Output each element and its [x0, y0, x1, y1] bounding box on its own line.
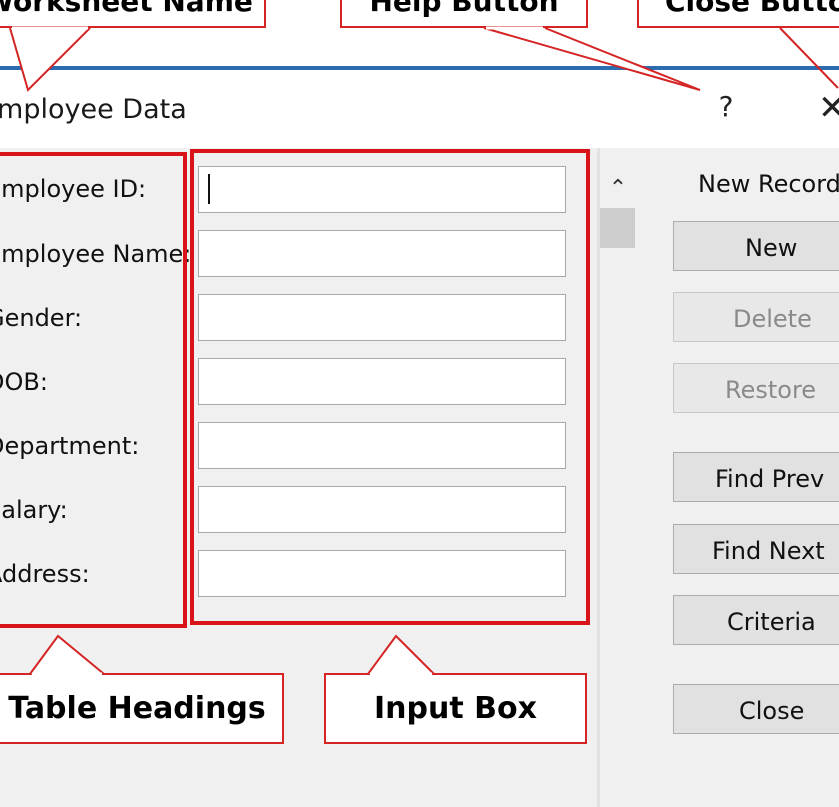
delete-button-label: Delete — [733, 305, 812, 333]
new-button[interactable]: New — [673, 221, 839, 271]
help-button-callout-text: Help Button — [369, 0, 559, 18]
screenshot-stage: Worksheet Name Help Button Close Button … — [0, 0, 839, 807]
close-button-callout: Close Button — [637, 0, 839, 28]
dialog-title: Employee Data — [0, 94, 187, 125]
find-prev-button-label: Find Prev — [715, 465, 825, 493]
criteria-button[interactable]: Criteria — [673, 595, 839, 645]
close-button-callout-text: Close Button — [665, 0, 839, 18]
close-icon: ✕ — [818, 88, 839, 128]
help-button-callout: Help Button — [340, 0, 588, 28]
restore-button[interactable]: Restore — [673, 363, 839, 413]
input-box-highlight — [190, 149, 590, 625]
table-headings-callout: Table Headings — [0, 673, 284, 744]
scrollbar-thumb[interactable] — [600, 208, 635, 248]
new-button-label: New — [745, 234, 798, 262]
restore-button-label: Restore — [725, 376, 817, 404]
close-button-label: Close — [739, 697, 805, 725]
table-headings-callout-text: Table Headings — [8, 691, 266, 726]
find-next-button-label: Find Next — [712, 537, 825, 565]
worksheet-name-callout-text: Worksheet Name — [0, 0, 253, 18]
find-prev-button[interactable]: Find Prev — [673, 452, 839, 502]
find-next-button[interactable]: Find Next — [673, 524, 839, 574]
close-x-button[interactable]: ✕ — [818, 88, 839, 128]
scroll-up-button[interactable]: ⌃ — [603, 176, 633, 202]
table-headings-highlight — [0, 152, 187, 628]
criteria-button-label: Criteria — [727, 608, 816, 636]
input-box-callout: Input Box — [324, 673, 587, 744]
chevron-up-icon: ⌃ — [608, 176, 628, 201]
worksheet-name-callout: Worksheet Name — [0, 0, 266, 28]
input-box-callout-text: Input Box — [374, 691, 537, 726]
delete-button[interactable]: Delete — [673, 292, 839, 342]
close-button[interactable]: Close — [673, 684, 839, 734]
record-status: New Record — [698, 170, 839, 198]
help-button[interactable]: ? — [712, 90, 740, 126]
help-icon: ? — [718, 90, 734, 123]
